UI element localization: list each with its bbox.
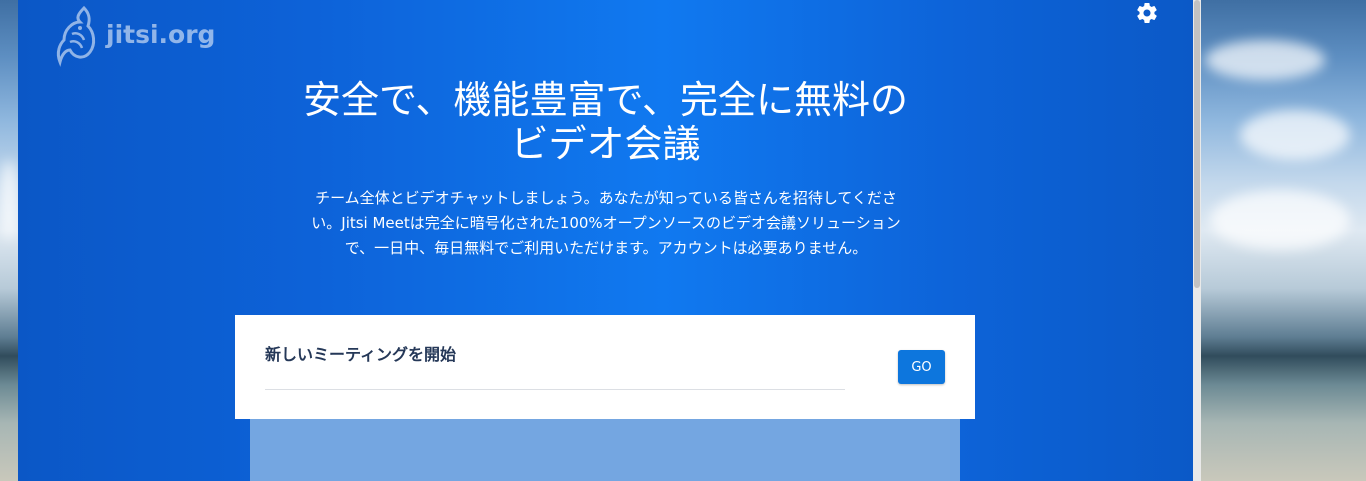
start-meeting-label: 新しいミーティングを開始	[265, 345, 457, 364]
title-line-2: ビデオ会議	[510, 122, 701, 166]
jitsi-logo-icon	[56, 5, 96, 67]
meetings-tab-panel	[250, 419, 960, 481]
cloud-decoration	[1205, 40, 1325, 80]
description-line-2: い。Jitsi Meetは完全に暗号化された100%オープンソースのビデオ会議ソ…	[311, 214, 901, 232]
cloud-decoration	[0, 160, 18, 240]
title-line-1: 安全で、機能豊富で、完全に無料の	[303, 78, 908, 122]
cloud-decoration	[1240, 110, 1350, 160]
go-button[interactable]: GO	[898, 350, 945, 384]
jitsi-logo[interactable]: jitsi.org	[54, 4, 215, 68]
page-title: 安全で、機能豊富で、完全に無料の ビデオ会議	[18, 78, 1193, 166]
gear-icon[interactable]	[1135, 1, 1159, 25]
desktop-background: jitsi.org 安全で、機能豊富で、完全に無料の ビデオ会議 チーム全体とビ…	[0, 0, 1366, 481]
scrollbar-thumb[interactable]	[1194, 0, 1200, 288]
room-name-input[interactable]	[265, 365, 845, 390]
cloud-decoration	[1210, 190, 1350, 250]
logo-text: jitsi.org	[106, 19, 216, 49]
page-description: チーム全体とビデオチャットしましょう。あなたが知っている皆さんを招待してくださ …	[286, 186, 926, 261]
description-line-3: で、一日中、毎日無料でご利用いただけます。アカウントは必要ありません。	[344, 239, 868, 257]
page-scrollbar[interactable]	[1193, 0, 1201, 481]
start-meeting-card: 新しいミーティングを開始 GO	[235, 315, 975, 419]
jitsi-meet-page: jitsi.org 安全で、機能豊富で、完全に無料の ビデオ会議 チーム全体とビ…	[18, 0, 1193, 481]
description-line-1: チーム全体とビデオチャットしましょう。あなたが知っている皆さんを招待してくださ	[315, 189, 897, 207]
